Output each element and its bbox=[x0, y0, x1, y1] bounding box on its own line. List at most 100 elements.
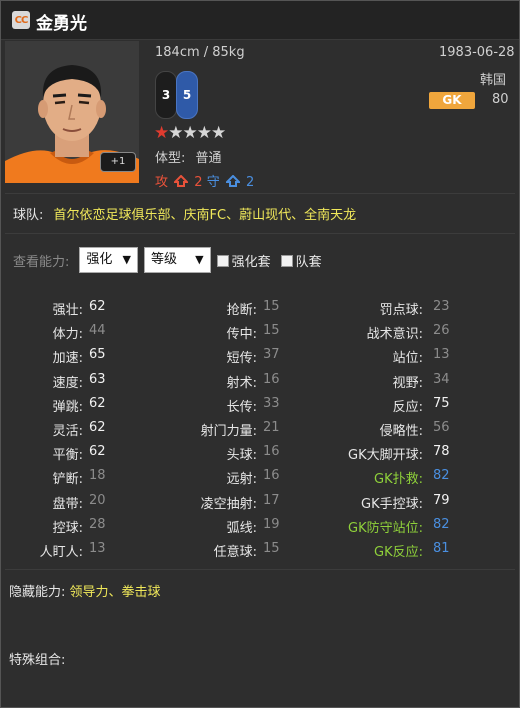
star-empty-icon: ★ bbox=[168, 123, 183, 143]
view-label: 查看能力: bbox=[13, 254, 70, 270]
checkbox-icon bbox=[216, 254, 229, 267]
level-select-value: 等级 bbox=[151, 252, 178, 267]
special-combo: 特殊组合: bbox=[9, 649, 65, 668]
stat-value: 26 bbox=[433, 323, 450, 338]
stat-label: 体力: bbox=[52, 327, 83, 342]
birthdate: 1983-06-28 bbox=[439, 45, 515, 60]
team-set-label: 队套 bbox=[295, 254, 322, 270]
stat-value: 81 bbox=[433, 541, 450, 556]
stat-value: 78 bbox=[433, 444, 450, 459]
special-combo-label: 特殊组合: bbox=[9, 653, 66, 668]
stat-value: 20 bbox=[89, 493, 106, 508]
stat-value: 15 bbox=[263, 541, 280, 556]
enhance-select-value: 强化 bbox=[86, 252, 113, 267]
stat-value: 13 bbox=[433, 347, 450, 362]
star-filled-icon: ★ bbox=[154, 123, 169, 143]
star-empty-icon: ★ bbox=[196, 123, 212, 143]
stat-label: 弹跳: bbox=[52, 400, 83, 415]
plus-one-badge: +1 bbox=[100, 152, 136, 172]
hidden-abilities-label: 隐藏能力: bbox=[9, 585, 66, 600]
player-card: CC 金勇光 +1 184cm / 85kg 1983-06-28 韩国 GK … bbox=[0, 0, 520, 708]
nationality: 韩国 bbox=[480, 73, 507, 88]
checkbox-icon bbox=[280, 254, 293, 267]
stat-value: 34 bbox=[433, 372, 450, 387]
divider bbox=[5, 233, 515, 234]
body-type: 体型: 普通 bbox=[155, 147, 222, 166]
stat-value: 62 bbox=[89, 299, 106, 314]
enhance-set-checkbox[interactable]: 强化套 bbox=[216, 251, 271, 270]
attack-value: 2 bbox=[194, 175, 203, 190]
stat-value: 17 bbox=[263, 493, 280, 508]
stat-label: 传中: bbox=[226, 327, 257, 342]
star-empty-icon: ★ bbox=[182, 123, 198, 143]
stat-label: GK扑救: bbox=[374, 472, 423, 487]
stat-label: 强壮: bbox=[52, 303, 83, 318]
stat-label: 盘带: bbox=[52, 497, 83, 512]
stat-value: 62 bbox=[89, 444, 106, 459]
stat-value: 16 bbox=[263, 372, 280, 387]
stat-value: 44 bbox=[89, 323, 106, 338]
stat-value: 75 bbox=[433, 396, 450, 411]
divider bbox=[5, 193, 515, 194]
stat-value: 82 bbox=[433, 517, 450, 532]
defend-value: 2 bbox=[246, 175, 255, 190]
teams-label: 球队: bbox=[13, 208, 44, 223]
stat-label: 罚点球: bbox=[379, 303, 423, 318]
stat-label: 站位: bbox=[392, 351, 423, 366]
stat-value: 63 bbox=[89, 372, 106, 387]
stat-label: 控球: bbox=[52, 521, 83, 536]
stat-label: 视野: bbox=[392, 376, 423, 391]
stat-value: 56 bbox=[433, 420, 450, 435]
stat-label: 战术意识: bbox=[366, 327, 423, 342]
stat-value: 62 bbox=[89, 420, 106, 435]
right-foot-value: 5 bbox=[182, 88, 192, 102]
stat-value: 65 bbox=[89, 347, 106, 362]
stat-label: 平衡: bbox=[52, 448, 83, 463]
right-foot-icon: 5 bbox=[176, 71, 198, 119]
stat-label: GK防守站位: bbox=[348, 521, 423, 536]
stat-value: 62 bbox=[89, 396, 106, 411]
stat-label: 远射: bbox=[226, 472, 257, 487]
stat-value: 19 bbox=[263, 517, 280, 532]
team-set-checkbox[interactable]: 队套 bbox=[280, 251, 322, 270]
stat-value: 82 bbox=[433, 468, 450, 483]
body-type-value: 普通 bbox=[195, 151, 222, 166]
stat-label: 铲断: bbox=[52, 472, 83, 487]
stat-value: 15 bbox=[263, 323, 280, 338]
star-empty-icon: ★ bbox=[211, 123, 226, 143]
star-rating: ★★★★★ bbox=[154, 123, 226, 143]
stat-label: 弧线: bbox=[226, 521, 257, 536]
stat-label: GK大脚开球: bbox=[348, 448, 423, 463]
stat-label: 加速: bbox=[52, 351, 83, 366]
stat-label: 头球: bbox=[226, 448, 257, 463]
game-logo-icon: CC bbox=[12, 11, 30, 29]
logo-text: CC bbox=[14, 14, 29, 26]
stat-label: 反应: bbox=[392, 400, 423, 415]
stat-label: 短传: bbox=[226, 351, 257, 366]
teams-row: 球队: 首尔依恋足球俱乐部、庆南FC、蔚山现代、全南天龙 bbox=[13, 204, 356, 223]
stat-label: 侵略性: bbox=[379, 424, 423, 439]
title-bar: CC 金勇光 bbox=[1, 1, 519, 40]
height-weight: 184cm / 85kg bbox=[155, 45, 245, 60]
stat-value: 37 bbox=[263, 347, 280, 362]
overall-rating: 80 bbox=[492, 92, 509, 107]
stat-value: 13 bbox=[89, 541, 106, 556]
enhance-select[interactable]: 强化 ▼ bbox=[79, 247, 139, 273]
level-select[interactable]: 等级 ▼ bbox=[144, 247, 211, 273]
stat-label: 人盯人: bbox=[39, 545, 83, 560]
attack-defend-rating: 攻 2 守 2 bbox=[155, 171, 254, 190]
hidden-abilities: 隐藏能力: 领导力、拳击球 bbox=[9, 581, 161, 600]
body-type-label: 体型: bbox=[155, 151, 186, 166]
stat-label: 速度: bbox=[52, 376, 83, 391]
divider bbox=[5, 569, 515, 570]
teams-value: 首尔依恋足球俱乐部、庆南FC、蔚山现代、全南天龙 bbox=[53, 208, 357, 223]
enhance-set-label: 强化套 bbox=[231, 254, 271, 270]
stat-label: 射术: bbox=[226, 376, 257, 391]
defend-label: 守 bbox=[206, 175, 220, 190]
stat-label: GK手控球: bbox=[361, 497, 423, 512]
hidden-abilities-value: 领导力、拳击球 bbox=[69, 585, 161, 600]
view-controls: 查看能力: 强化 ▼ 等级 ▼ 强化套 队套 bbox=[13, 247, 322, 273]
stat-value: 28 bbox=[89, 517, 106, 532]
stat-label: 凌空抽射: bbox=[200, 497, 257, 512]
stat-value: 16 bbox=[263, 468, 280, 483]
